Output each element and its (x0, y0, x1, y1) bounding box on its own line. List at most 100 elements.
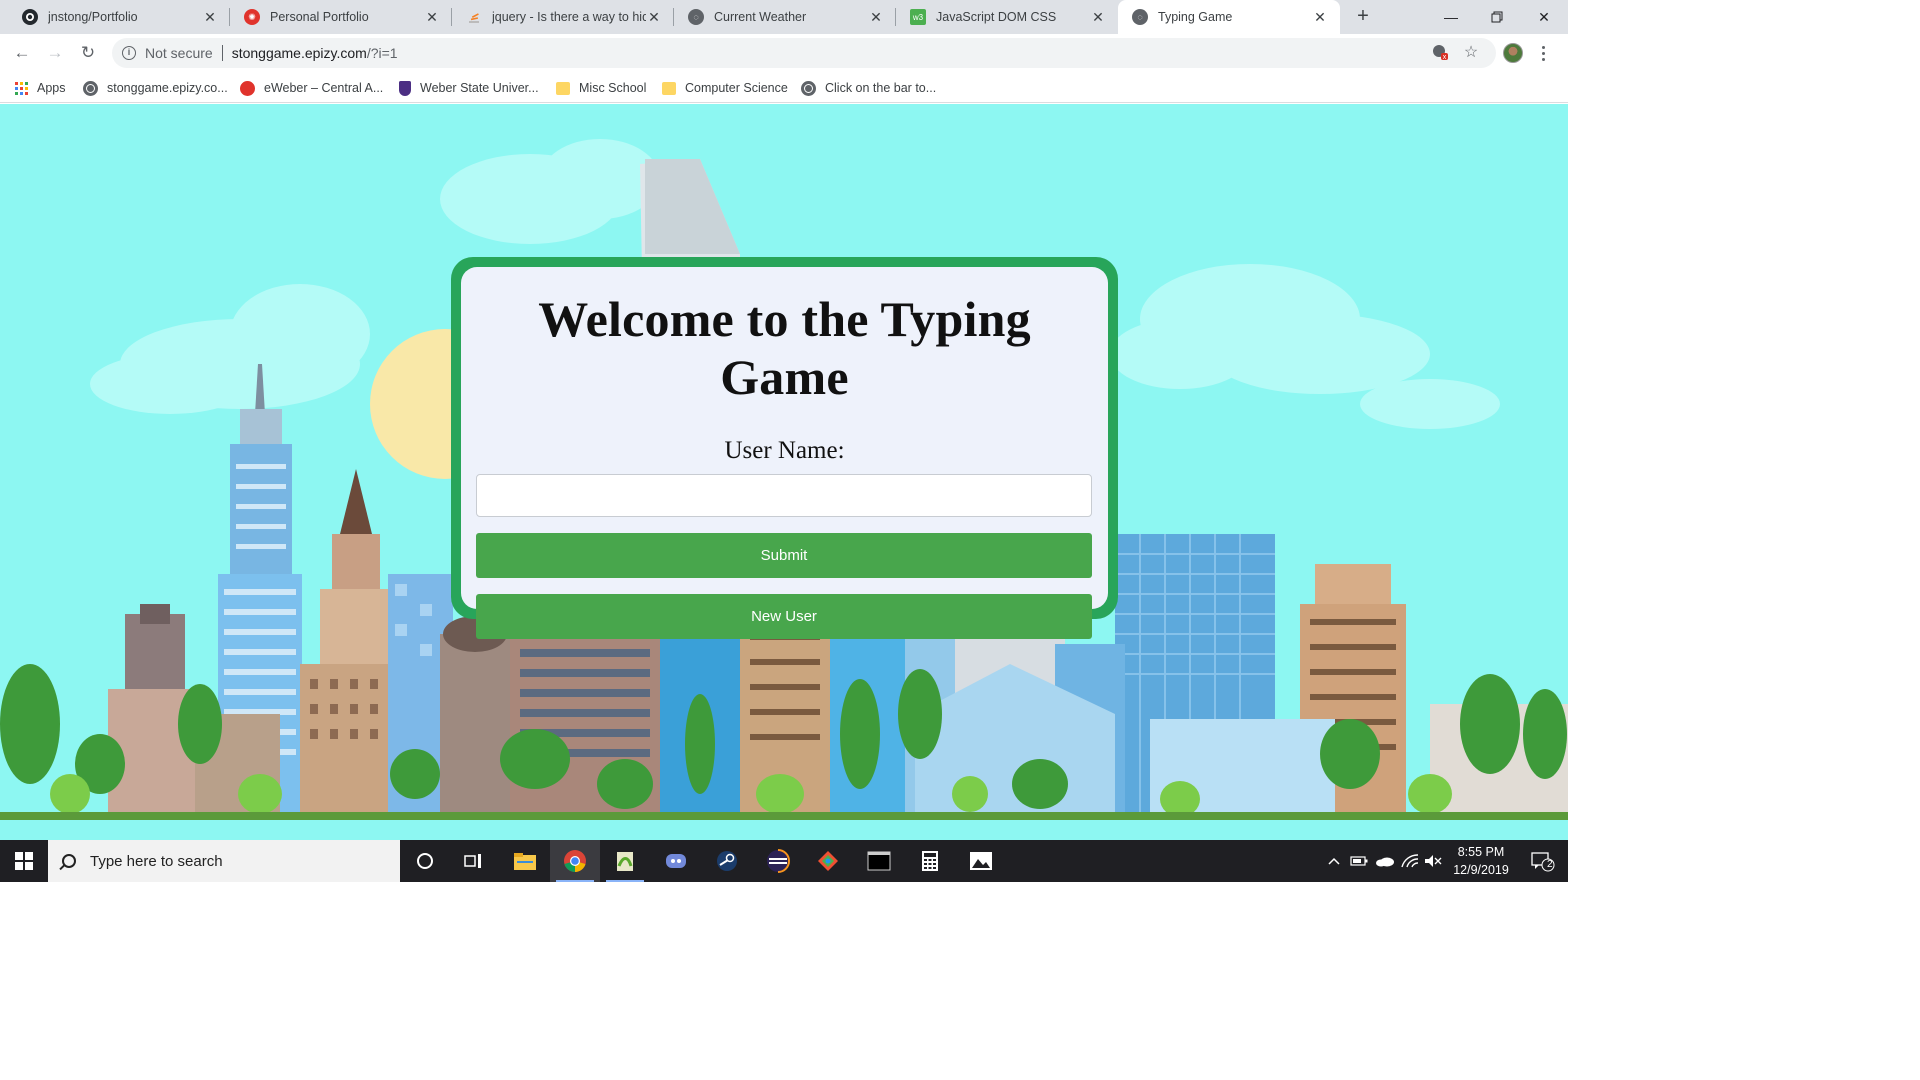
search-placeholder: Type here to search (90, 852, 223, 870)
tab-stackoverflow[interactable]: jquery - Is there a way to hide ✕ (452, 0, 674, 34)
bookmark-weber-state[interactable]: Weber State Univer... (399, 78, 539, 98)
show-hidden-icons-chevron-up-icon[interactable] (1323, 840, 1345, 882)
back-arrow-icon[interactable]: ← (10, 41, 34, 65)
tab-javascript-dom-css[interactable]: w3 JavaScript DOM CSS ✕ (896, 0, 1118, 34)
taskbar-clock[interactable]: 8:55 PM 12/9/2019 (1446, 843, 1516, 879)
git-kraken-icon[interactable] (803, 840, 853, 882)
search-icon (62, 854, 76, 868)
url-host: stonggame.epizy.com (231, 45, 367, 61)
action-center-notification-icon[interactable]: 2 (1522, 840, 1562, 882)
new-tab-plus-icon[interactable]: + (1352, 5, 1374, 27)
page-title: Welcome to the Typing Game (538, 291, 1031, 405)
reload-icon[interactable]: ↻ (76, 41, 100, 65)
tab-title: JavaScript DOM CSS (936, 10, 1057, 24)
w3schools-icon: w3 (910, 9, 926, 25)
close-icon[interactable]: ✕ (646, 9, 662, 25)
bookmarks-bar: Apps stonggame.epizy.co... eWeber – Cent… (0, 72, 1568, 103)
tab-typing-game[interactable]: ◌ Typing Game ✕ (1118, 0, 1340, 34)
folder-icon (662, 81, 676, 95)
address-bar[interactable]: i Not secure stonggame.epizy.com/?i=1 (112, 38, 1496, 68)
windows-start-icon[interactable] (0, 840, 48, 882)
url-text[interactable]: stonggame.epizy.com/?i=1 (232, 45, 398, 61)
globe-icon: ◌ (688, 9, 704, 25)
tab-title: Current Weather (714, 10, 807, 24)
new-user-button[interactable]: New User (476, 594, 1092, 639)
info-icon[interactable]: i (122, 46, 136, 60)
url-rest: /?i=1 (366, 45, 398, 61)
page-viewport: Welcome to the Typing Game User Name: Su… (0, 104, 1568, 840)
battery-icon[interactable] (1347, 840, 1371, 882)
close-icon[interactable]: ✕ (202, 9, 218, 25)
bookmark-label: Computer Science (685, 81, 788, 95)
stackoverflow-icon (466, 9, 482, 25)
github-icon (22, 9, 38, 25)
eweber-icon (240, 80, 255, 96)
username-input[interactable] (476, 474, 1092, 517)
forward-arrow-icon[interactable]: → (43, 41, 67, 65)
portfolio-icon: ✺ (244, 9, 260, 25)
windows-logo-icon (15, 852, 33, 870)
weber-shield-icon (399, 80, 411, 96)
restore-icon[interactable] (1474, 0, 1520, 34)
globe-icon (801, 80, 816, 96)
calculator-icon[interactable] (905, 840, 955, 882)
bookmark-label: Weber State Univer... (420, 81, 539, 95)
discord-icon[interactable] (651, 840, 701, 882)
bookmark-click-bar[interactable]: Click on the bar to... (801, 78, 936, 98)
tab-current-weather[interactable]: ◌ Current Weather ✕ (674, 0, 896, 34)
svg-text:x: x (1443, 54, 1447, 60)
windows-taskbar: Type here to search 8:55 PM 12/9/2019 2 (0, 840, 1568, 882)
chrome-icon[interactable] (550, 840, 600, 882)
wifi-icon[interactable] (1398, 840, 1422, 882)
avatar[interactable] (1503, 43, 1523, 63)
file-explorer-icon[interactable] (500, 840, 550, 882)
browser-toolbar: ← → ↻ i Not secure stonggame.epizy.com/?… (0, 34, 1568, 72)
tab-title: Typing Game (1158, 10, 1233, 24)
cortana-icon[interactable] (400, 840, 450, 882)
close-window-icon[interactable]: ✕ (1521, 0, 1567, 34)
apps-grid-icon (15, 81, 28, 95)
menu-dots-icon[interactable] (1537, 42, 1549, 64)
steam-icon[interactable] (702, 840, 752, 882)
terminal-icon[interactable] (854, 840, 904, 882)
username-label: User Name: (724, 437, 845, 464)
clock-date: 12/9/2019 (1453, 863, 1509, 877)
bookmark-computer-science[interactable]: Computer Science (662, 78, 788, 98)
translate-blocked-icon[interactable]: x (1430, 42, 1450, 62)
onedrive-cloud-icon[interactable] (1373, 840, 1397, 882)
tab-title: jquery - Is there a way to hide (492, 10, 646, 24)
submit-button[interactable]: Submit (476, 533, 1092, 578)
clock-time: 8:55 PM (1457, 845, 1505, 859)
login-card: Welcome to the Typing Game User Name: Su… (451, 257, 1118, 639)
bookmark-apps[interactable]: Apps (15, 78, 66, 98)
minimize-icon[interactable]: — (1428, 0, 1474, 34)
tab-personal-portfolio[interactable]: ✺ Personal Portfolio ✕ (230, 0, 452, 34)
bookmark-stonggame[interactable]: stonggame.epizy.co... (83, 78, 228, 98)
bookmark-misc-school[interactable]: Misc School (556, 78, 646, 98)
tab-title: Personal Portfolio (270, 10, 369, 24)
bookmark-eweber[interactable]: eWeber – Central A... (240, 78, 383, 98)
tab-github[interactable]: jnstong/Portfolio ✕ (8, 0, 230, 34)
close-icon[interactable]: ✕ (424, 9, 440, 25)
divider (221, 45, 223, 61)
task-view-icon[interactable] (449, 840, 499, 882)
tab-strip: jnstong/Portfolio ✕ ✺ Personal Portfolio… (0, 0, 1568, 34)
star-icon[interactable]: ☆ (1461, 42, 1481, 62)
globe-icon (83, 80, 98, 96)
bookmark-label: Apps (37, 81, 66, 95)
login-card-inner: Welcome to the Typing Game User Name: Su… (461, 267, 1108, 639)
bookmark-label: eWeber – Central A... (264, 81, 384, 95)
close-icon[interactable]: ✕ (1090, 9, 1106, 25)
photos-icon[interactable] (956, 840, 1006, 882)
bookmark-label: Misc School (579, 81, 647, 95)
volume-muted-icon[interactable] (1422, 840, 1444, 882)
eclipse-icon[interactable] (753, 840, 803, 882)
close-icon[interactable]: ✕ (868, 9, 884, 25)
notification-count: 2 (1547, 859, 1553, 870)
bookmark-label: Click on the bar to... (825, 81, 937, 95)
folder-icon (556, 81, 570, 95)
close-icon[interactable]: ✕ (1312, 9, 1328, 25)
bookmark-label: stonggame.epizy.co... (107, 81, 228, 95)
notepad-plus-icon[interactable] (600, 840, 650, 882)
taskbar-search-box[interactable]: Type here to search (48, 840, 400, 882)
